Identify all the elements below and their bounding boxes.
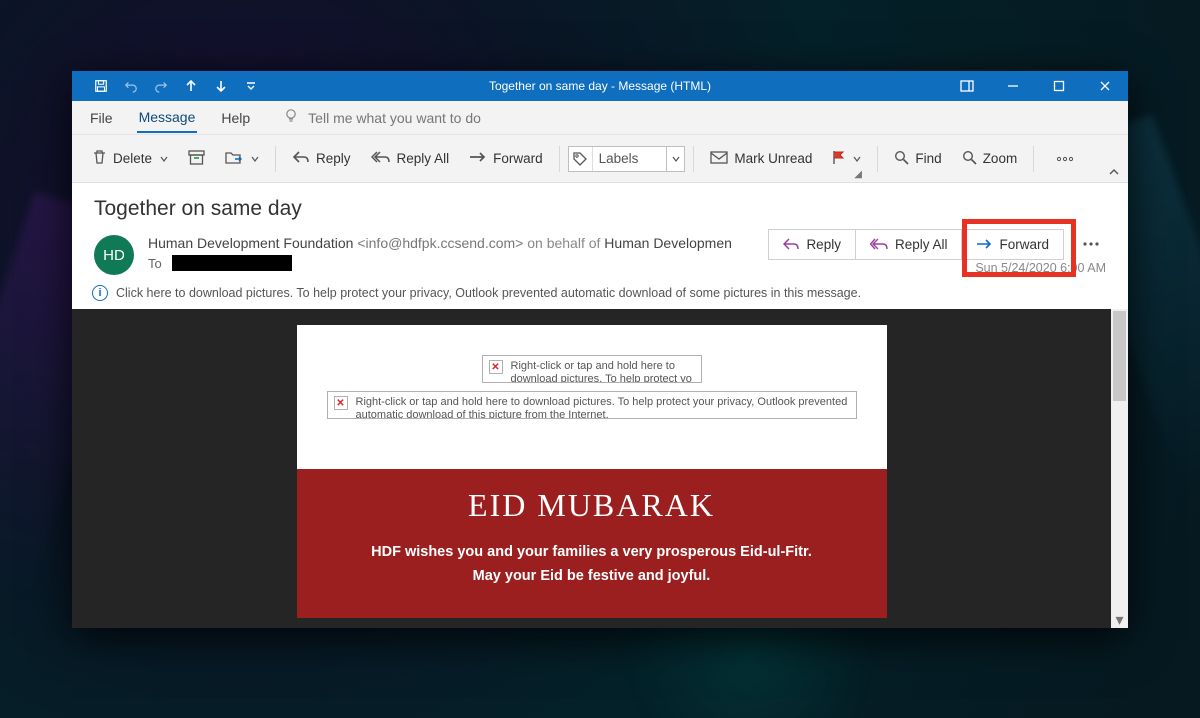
save-button[interactable] bbox=[86, 71, 116, 101]
header-reply-all-button[interactable]: Reply All bbox=[855, 230, 962, 259]
reply-all-label: Reply All bbox=[397, 151, 450, 166]
scroll-down-arrow[interactable]: ▾ bbox=[1111, 611, 1128, 628]
reply-label: Reply bbox=[316, 151, 351, 166]
lightbulb-icon bbox=[284, 108, 298, 127]
vertical-scrollbar[interactable]: ▾ bbox=[1111, 309, 1128, 628]
forward-button[interactable]: Forward bbox=[461, 147, 551, 170]
customize-qat-button[interactable] bbox=[236, 71, 266, 101]
previous-item-button[interactable] bbox=[176, 71, 206, 101]
infobar-text: Click here to download pictures. To help… bbox=[116, 286, 861, 300]
tab-file[interactable]: File bbox=[88, 104, 115, 132]
header-more-actions-button[interactable] bbox=[1074, 227, 1108, 261]
labels-dropdown[interactable]: Labels bbox=[568, 146, 686, 172]
move-button[interactable] bbox=[217, 146, 267, 172]
ribbon: Delete Reply Reply All bbox=[72, 135, 1128, 183]
tag-icon bbox=[569, 147, 593, 171]
sender-name: Human Development Foundation bbox=[148, 235, 353, 251]
download-pictures-infobar[interactable]: i Click here to download pictures. To he… bbox=[72, 281, 1128, 309]
received-timestamp: Sun 5/24/2020 6:00 AM bbox=[975, 261, 1106, 275]
tell-me-search[interactable]: Tell me what you want to do bbox=[284, 108, 481, 127]
ribbon-tabs: File Message Help Tell me what you want … bbox=[72, 101, 1128, 135]
trash-icon bbox=[92, 149, 107, 168]
reply-all-button[interactable]: Reply All bbox=[363, 146, 458, 171]
find-button[interactable]: Find bbox=[886, 146, 949, 172]
blocked-image-text: Right-click or tap and hold here to down… bbox=[511, 360, 695, 383]
flag-button[interactable] bbox=[824, 146, 869, 172]
title-bar: Together on same day - Message (HTML) bbox=[72, 71, 1128, 101]
minimize-button[interactable] bbox=[990, 71, 1036, 101]
email-content-banner: EID MUBARAK HDF wishes you and your fami… bbox=[297, 469, 887, 618]
eid-line-1: HDF wishes you and your families a very … bbox=[317, 544, 867, 560]
zoom-button[interactable]: Zoom bbox=[954, 146, 1026, 172]
archive-icon bbox=[188, 150, 205, 168]
message-header: Together on same day HD Human Developmen… bbox=[72, 183, 1128, 281]
envelope-icon bbox=[710, 150, 728, 167]
labels-caret[interactable] bbox=[666, 147, 684, 171]
mark-unread-button[interactable]: Mark Unread bbox=[702, 146, 820, 171]
delete-button[interactable]: Delete bbox=[84, 145, 176, 172]
header-reply-button[interactable]: Reply bbox=[769, 230, 855, 259]
next-item-button[interactable] bbox=[206, 71, 236, 101]
sender-avatar: HD bbox=[94, 235, 134, 275]
blocked-image-placeholder[interactable]: ✕ Right-click or tap and hold here to do… bbox=[327, 391, 857, 419]
on-behalf-text: on behalf of bbox=[527, 235, 604, 251]
blocked-image-placeholder[interactable]: ✕ Right-click or tap and hold here to do… bbox=[482, 355, 702, 383]
to-recipient-redacted bbox=[172, 255, 292, 271]
quick-access-toolbar bbox=[72, 71, 266, 101]
eid-heading: EID MUBARAK bbox=[317, 487, 867, 524]
ribbon-display-options-button[interactable] bbox=[944, 71, 990, 101]
collapse-ribbon-button[interactable] bbox=[1108, 165, 1120, 180]
forward-arrow-icon bbox=[469, 151, 487, 166]
message-action-bar: Reply Reply All Forward bbox=[768, 227, 1108, 261]
blocked-image-x-icon: ✕ bbox=[489, 360, 503, 374]
blocked-image-text: Right-click or tap and hold here to down… bbox=[356, 396, 850, 419]
ribbon-overflow-button[interactable] bbox=[1048, 152, 1082, 166]
maximize-button[interactable] bbox=[1036, 71, 1082, 101]
tab-help[interactable]: Help bbox=[219, 104, 252, 132]
zoom-icon bbox=[962, 150, 977, 168]
tab-message[interactable]: Message bbox=[137, 103, 198, 133]
find-label: Find bbox=[915, 151, 941, 166]
behalf-name: Human Developmen bbox=[604, 235, 732, 251]
message-body: ✕ Right-click or tap and hold here to do… bbox=[72, 309, 1111, 628]
move-to-folder-icon bbox=[225, 150, 243, 168]
header-reply-all-label: Reply All bbox=[895, 237, 948, 252]
header-reply-label: Reply bbox=[806, 237, 841, 252]
eid-line-2: May your Eid be festive and joyful. bbox=[317, 568, 867, 584]
info-icon: i bbox=[92, 285, 108, 301]
flag-icon bbox=[832, 150, 845, 168]
undo-button[interactable] bbox=[116, 71, 146, 101]
close-button[interactable] bbox=[1082, 71, 1128, 101]
redo-button[interactable] bbox=[146, 71, 176, 101]
reply-button[interactable]: Reply bbox=[284, 146, 359, 171]
blocked-image-x-icon: ✕ bbox=[334, 396, 348, 410]
zoom-label: Zoom bbox=[983, 151, 1018, 166]
scrollbar-thumb[interactable] bbox=[1113, 311, 1126, 401]
sender-address: <info@hdfpk.ccsend.com> bbox=[357, 235, 523, 251]
delete-label: Delete bbox=[113, 151, 152, 166]
archive-button[interactable] bbox=[180, 146, 213, 172]
message-subject: Together on same day bbox=[94, 197, 1106, 221]
labels-label: Labels bbox=[593, 151, 667, 166]
to-label: To bbox=[148, 256, 162, 271]
tags-dialog-launcher[interactable]: ◢ bbox=[854, 169, 862, 180]
header-forward-label: Forward bbox=[999, 237, 1049, 252]
reply-arrow-icon bbox=[292, 150, 310, 167]
search-icon bbox=[894, 150, 909, 168]
mark-unread-label: Mark Unread bbox=[734, 151, 812, 166]
forward-label: Forward bbox=[493, 151, 543, 166]
outlook-message-window: Together on same day - Message (HTML) Fi… bbox=[72, 71, 1128, 628]
reply-all-arrow-icon bbox=[371, 150, 391, 167]
tell-me-placeholder: Tell me what you want to do bbox=[308, 110, 481, 126]
header-forward-button[interactable]: Forward bbox=[961, 230, 1063, 259]
